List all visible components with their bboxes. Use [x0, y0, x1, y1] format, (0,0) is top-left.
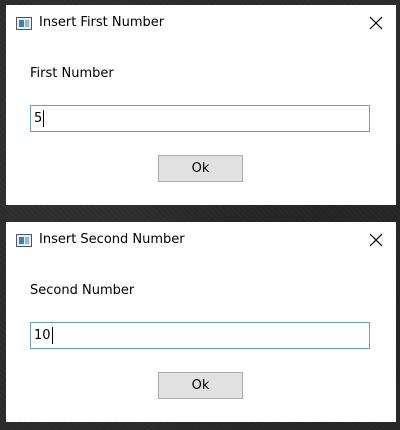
close-icon [369, 233, 383, 247]
text-caret [51, 327, 53, 344]
title-bar[interactable]: Insert Second Number [6, 222, 396, 258]
close-icon [369, 16, 383, 30]
second-number-dialog: Insert Second Number Second Number 10 Ok [6, 222, 396, 422]
window-app-icon [16, 234, 32, 247]
ok-button[interactable]: Ok [158, 372, 243, 399]
text-caret [43, 110, 45, 127]
input-value: 5 [34, 111, 43, 126]
close-button[interactable] [364, 11, 388, 35]
first-number-dialog: Insert First Number First Number 5 Ok [6, 5, 396, 205]
second-number-label: Second Number [30, 283, 135, 298]
first-number-label: First Number [30, 66, 114, 81]
input-value: 10 [34, 328, 51, 343]
ok-button[interactable]: Ok [158, 155, 243, 182]
first-number-input[interactable]: 5 [30, 105, 370, 132]
window-app-icon [16, 17, 32, 30]
second-number-input[interactable]: 10 [30, 322, 370, 349]
dialog-title: Insert Second Number [39, 232, 185, 247]
title-bar[interactable]: Insert First Number [6, 5, 396, 41]
close-button[interactable] [364, 228, 388, 252]
dialog-title: Insert First Number [39, 15, 165, 30]
